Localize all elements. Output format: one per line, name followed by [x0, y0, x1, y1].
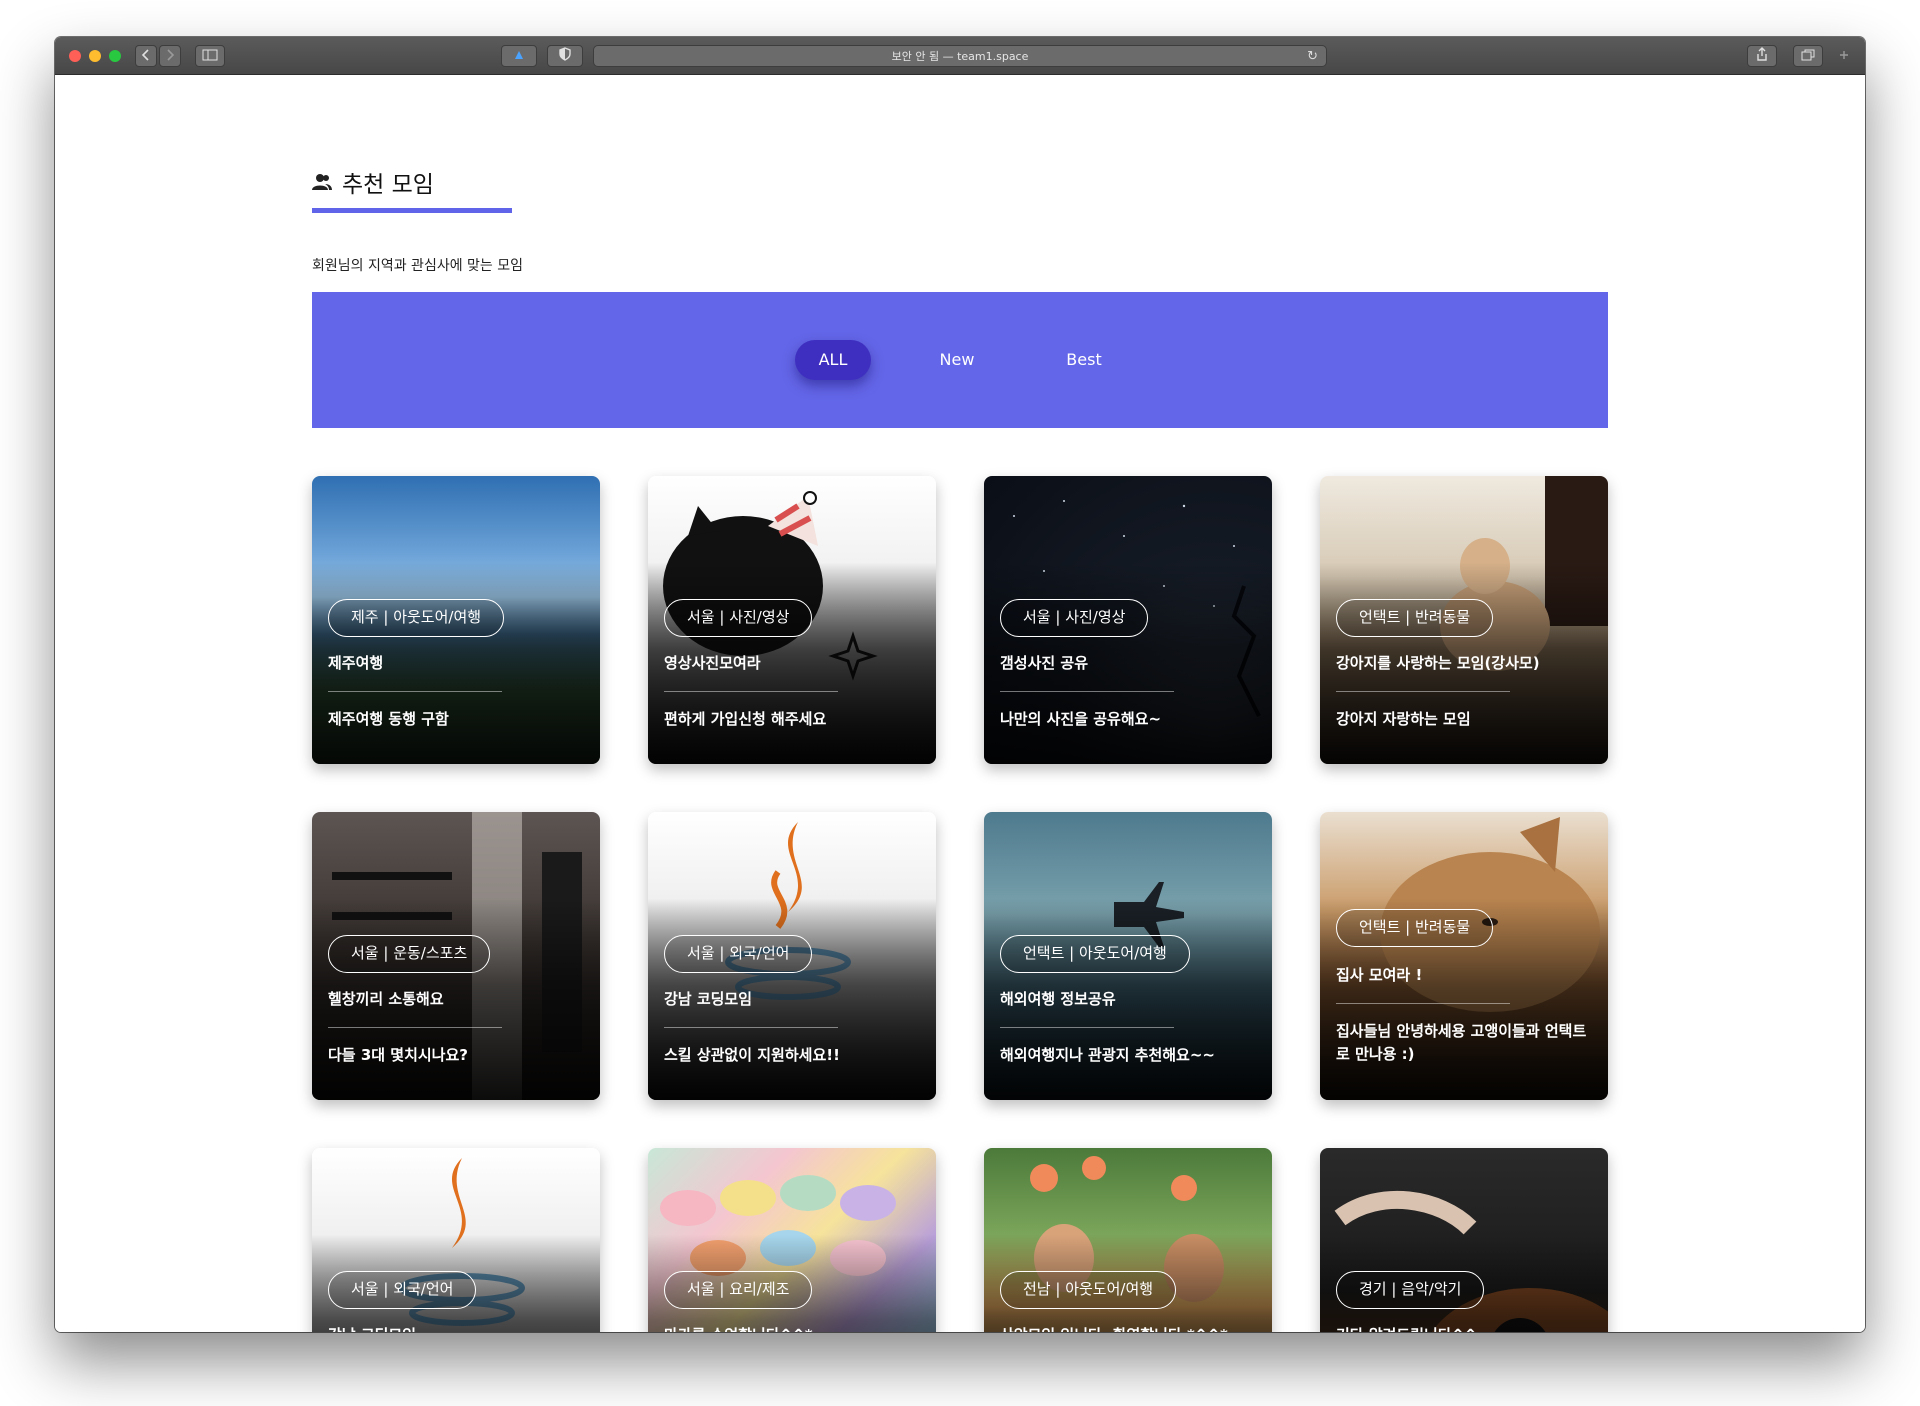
back-button[interactable] [135, 45, 157, 67]
group-card[interactable]: 서울 | 사진/영상 영상사진모여라 편하게 가입신청 해주세요 [648, 476, 936, 764]
group-card[interactable]: 언택트 | 아웃도어/여행 해외여행 정보공유 해외여행지나 관광지 추천해요~… [984, 812, 1272, 1100]
card-description: 다들 3대 몇치시나요? [328, 1046, 468, 1064]
card-category-badge: 서울 | 외국/언어 [328, 1271, 477, 1309]
card-category-badge: 서울 | 요리/제조 [664, 1271, 813, 1309]
shield-icon [559, 47, 571, 61]
url-text: 보안 안 됨 — team1.space [891, 50, 1029, 63]
section-title-text: 추천 모임 [342, 172, 434, 198]
card-category-badge: 서울 | 운동/스포츠 [328, 935, 491, 973]
group-card[interactable]: 경기 | 음악/악기 기타 알려드립니다^^ [1320, 1148, 1608, 1332]
reload-icon[interactable]: ↻ [1307, 46, 1318, 67]
sidebar-icon [202, 49, 218, 61]
close-window-button[interactable] [69, 50, 81, 62]
card-title: 영상사진모여라 [664, 654, 761, 672]
card-category-badge: 서울 | 사진/영상 [1000, 599, 1149, 637]
minimize-window-button[interactable] [89, 50, 101, 62]
card-title: 헬창끼리 소통해요 [328, 990, 444, 1008]
card-category-badge: 서울 | 외국/언어 [664, 935, 813, 973]
share-icon [1757, 47, 1767, 61]
card-title: 강아지를 사랑하는 모임(강사모) [1336, 654, 1540, 672]
card-title: 강남 코딩모임 [664, 990, 753, 1008]
group-card[interactable]: 서울 | 외국/언어 강남 코딩모임 [312, 1148, 600, 1332]
privacy-report-button[interactable] [547, 45, 583, 67]
card-category-badge: 언택트 | 반려동물 [1336, 909, 1494, 947]
group-card[interactable]: 서울 | 운동/스포츠 헬창끼리 소통해요 다들 3대 몇치시나요? [312, 812, 600, 1100]
card-title: 집사 모여라 ! [1336, 966, 1423, 984]
card-divider [664, 1027, 838, 1028]
group-card[interactable]: 서울 | 외국/언어 강남 코딩모임 스킬 상관없이 지원하세요!! [648, 812, 936, 1100]
card-divider [1336, 691, 1510, 692]
card-category-badge: 전남 | 아웃도어/여행 [1000, 1271, 1177, 1309]
card-divider [664, 691, 838, 692]
card-category-badge: 경기 | 음악/악기 [1336, 1271, 1485, 1309]
users-icon [312, 174, 332, 190]
address-bar[interactable]: 보안 안 됨 — team1.space ↻ [593, 45, 1327, 67]
group-card[interactable]: 서울 | 사진/영상 갬성사진 공유 나만의 사진을 공유해요~ [984, 476, 1272, 764]
card-title: 강남 코딩모임 [328, 1324, 584, 1332]
new-tab-button[interactable] [1833, 45, 1855, 67]
chevron-right-icon [167, 49, 175, 61]
section-subtitle: 회원님의 지역과 관심사에 맞는 모임 [312, 258, 523, 274]
card-title: 산악모임 입니다. 환영합니다 *^^* [1000, 1324, 1256, 1332]
group-card[interactable]: 제주 | 아웃도어/여행 제주여행 제주여행 동행 구함 [312, 476, 600, 764]
chevron-left-icon [141, 49, 149, 61]
card-description: 강아지 자랑하는 모임 [1336, 710, 1471, 728]
card-description: 집사들님 안녕하세용 고앵이들과 언택트로 만나용 :) [1336, 1022, 1587, 1063]
card-category-badge: 서울 | 사진/영상 [664, 599, 813, 637]
card-title: 마카롱 수업합니다^^* [664, 1324, 920, 1332]
card-description: 제주여행 동행 구함 [328, 710, 449, 728]
card-category-badge: 언택트 | 아웃도어/여행 [1000, 935, 1190, 973]
browser-titlebar: 보안 안 됨 — team1.space ↻ [55, 37, 1865, 75]
card-title: 해외여행 정보공유 [1000, 990, 1116, 1008]
card-category-badge: 언택트 | 반려동물 [1336, 599, 1494, 637]
card-category-badge: 제주 | 아웃도어/여행 [328, 599, 505, 637]
group-card[interactable]: 전남 | 아웃도어/여행 산악모임 입니다. 환영합니다 *^^* [984, 1148, 1272, 1332]
section-title: 추천 모임 [312, 165, 434, 199]
card-divider [1000, 1027, 1174, 1028]
filter-tab-best[interactable]: Best [1054, 340, 1114, 380]
card-divider [328, 691, 502, 692]
group-card[interactable]: 언택트 | 반려동물 집사 모여라 ! 집사들님 안녕하세용 고앵이들과 언택트… [1320, 812, 1608, 1100]
card-title: 기타 알려드립니다^^ [1336, 1324, 1592, 1332]
plus-icon [1840, 51, 1848, 59]
card-description: 스킬 상관없이 지원하세요!! [664, 1046, 840, 1064]
card-description: 해외여행지나 관광지 추천해요~~ [1000, 1046, 1215, 1064]
screenshot-stage: 보안 안 됨 — team1.space ↻ 추천 모임 회원님의 지역과 관심… [0, 0, 1920, 1406]
tabs-icon [1801, 49, 1815, 61]
extension-icon [515, 51, 523, 59]
card-divider [1336, 1003, 1510, 1004]
filter-bar: ALL New Best [312, 292, 1608, 428]
group-card[interactable]: 서울 | 요리/제조 마카롱 수업합니다^^* [648, 1148, 936, 1332]
card-divider [328, 1027, 502, 1028]
page-content: 추천 모임 회원님의 지역과 관심사에 맞는 모임 ALL New Best 제… [55, 75, 1865, 1332]
filter-tab-all[interactable]: ALL [795, 340, 871, 380]
tabs-overview-button[interactable] [1793, 45, 1823, 67]
share-button[interactable] [1747, 45, 1777, 67]
card-description: 나만의 사진을 공유해요~ [1000, 710, 1162, 728]
title-underline [312, 208, 512, 213]
card-description: 편하게 가입신청 해주세요 [664, 710, 827, 728]
filter-tab-new[interactable]: New [927, 340, 987, 380]
card-title: 갬성사진 공유 [1000, 654, 1089, 672]
browser-window: 보안 안 됨 — team1.space ↻ 추천 모임 회원님의 지역과 관심… [55, 37, 1865, 1332]
card-divider [1000, 691, 1174, 692]
card-title: 제주여행 [328, 654, 384, 672]
zoom-window-button[interactable] [109, 50, 121, 62]
group-card[interactable]: 언택트 | 반려동물 강아지를 사랑하는 모임(강사모) 강아지 자랑하는 모임 [1320, 476, 1608, 764]
forward-button[interactable] [159, 45, 181, 67]
sidebar-toggle-button[interactable] [195, 45, 225, 67]
extension-button[interactable] [501, 45, 537, 67]
